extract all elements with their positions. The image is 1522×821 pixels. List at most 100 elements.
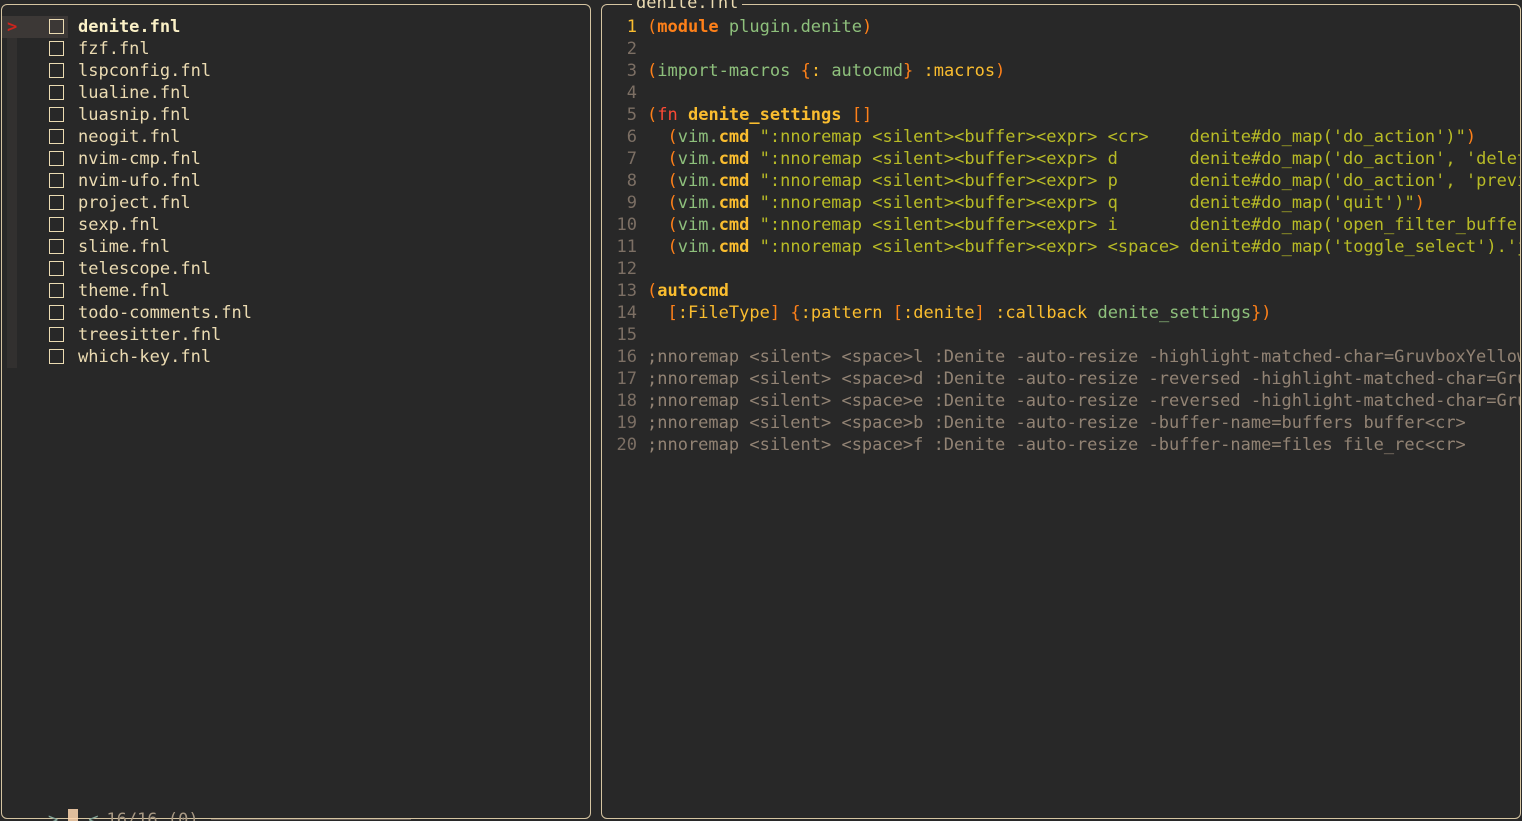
file-name: luasnip.fnl: [78, 105, 191, 125]
code-token: (: [667, 237, 678, 257]
code-token: cmd: [718, 127, 750, 147]
line-number: 5: [626, 105, 637, 125]
select-checkbox[interactable]: [49, 195, 64, 210]
file-name: treesitter.fnl: [78, 325, 222, 345]
select-checkbox[interactable]: [49, 63, 64, 78]
code-line: 6 (vim.cmd ":nnoremap <silent><buffer><e…: [602, 126, 1520, 148]
list-item[interactable]: project.fnl: [2, 192, 590, 214]
list-item[interactable]: fzf.fnl: [2, 38, 590, 60]
line-source: [:FileType] {:pattern [:denite] :callbac…: [647, 302, 1272, 324]
row-gutter: [7, 126, 17, 148]
code-token: ;nnoremap <silent> <space>f :Denite -aut…: [647, 435, 1466, 455]
code-token: ): [1414, 193, 1425, 213]
code-line: 9 (vim.cmd ":nnoremap <silent><buffer><e…: [602, 192, 1520, 214]
row-gutter: [7, 104, 17, 126]
row-gutter: [7, 346, 17, 368]
row-gutter: [7, 236, 17, 258]
code-token: vim.: [677, 193, 719, 213]
list-item[interactable]: nvim-ufo.fnl: [2, 170, 590, 192]
list-item[interactable]: which-key.fnl: [2, 346, 590, 368]
file-name: nvim-cmp.fnl: [78, 149, 201, 169]
code-token: }): [1251, 303, 1272, 323]
code-token: (: [647, 105, 658, 125]
file-name: nvim-ufo.fnl: [78, 171, 201, 191]
row-gutter: [7, 60, 17, 82]
filter-prompt[interactable]: > <16/16 (0): [7, 787, 411, 821]
list-item[interactable]: theme.fnl: [2, 280, 590, 302]
select-checkbox[interactable]: [49, 261, 64, 276]
select-checkbox[interactable]: [49, 217, 64, 232]
code-token: (: [667, 171, 678, 191]
code-line: 12: [602, 258, 1520, 280]
code-token: ;nnoremap <silent> <space>l :Denite -aut…: [647, 347, 1520, 367]
file-name: lspconfig.fnl: [78, 61, 212, 81]
code-token: ]: [769, 303, 781, 323]
list-item[interactable]: treesitter.fnl: [2, 324, 590, 346]
list-item[interactable]: lualine.fnl: [2, 82, 590, 104]
select-checkbox[interactable]: [49, 305, 64, 320]
code-token: :denite: [903, 303, 975, 323]
select-checkbox[interactable]: [49, 173, 64, 188]
line-number: 15: [616, 325, 637, 345]
code-token: autocmd: [831, 61, 903, 81]
select-checkbox[interactable]: [49, 85, 64, 100]
line-source: (vim.cmd ":nnoremap <silent><buffer><exp…: [647, 148, 1520, 170]
code-line: 15: [602, 324, 1520, 346]
line-number: 1: [626, 17, 637, 37]
code-token: vim.: [677, 171, 719, 191]
code-token: (: [647, 17, 658, 37]
code-token: plugin.denite: [728, 17, 862, 37]
select-checkbox[interactable]: [49, 129, 64, 144]
list-item[interactable]: > denite.fnl: [2, 16, 590, 38]
list-item[interactable]: sexp.fnl: [2, 214, 590, 236]
file-name: denite.fnl: [78, 17, 181, 37]
code-token: :macros: [923, 61, 996, 81]
line-number: 19: [616, 413, 637, 433]
code-token: ":nnoremap <silent><buffer><expr> p deni…: [759, 171, 1520, 191]
line-number: 20: [616, 435, 637, 455]
select-checkbox[interactable]: [49, 151, 64, 166]
list-item[interactable]: luasnip.fnl: [2, 104, 590, 126]
code-token: ): [995, 61, 1006, 81]
select-checkbox[interactable]: [49, 107, 64, 122]
code-token: ]: [974, 303, 985, 323]
code-token: (: [647, 61, 658, 81]
select-checkbox[interactable]: [49, 349, 64, 364]
line-source: (vim.cmd ":nnoremap <silent><buffer><exp…: [647, 126, 1476, 148]
select-checkbox[interactable]: [49, 19, 64, 34]
code-preview[interactable]: 1 (module plugin.denite) 2 3 (import-macros …: [602, 16, 1520, 456]
list-item[interactable]: todo-comments.fnl: [2, 302, 590, 324]
file-name: fzf.fnl: [78, 39, 150, 59]
code-token: ":nnoremap <silent><buffer><expr> <cr> d…: [759, 127, 1466, 147]
select-checkbox[interactable]: [49, 239, 64, 254]
line-source: (vim.cmd ":nnoremap <silent><buffer><exp…: [647, 170, 1520, 192]
code-token: ":nnoremap <silent><buffer><expr> <space…: [759, 237, 1520, 257]
select-checkbox[interactable]: [49, 41, 64, 56]
code-token: :callback: [995, 303, 1088, 323]
code-token: ":nnoremap <silent><buffer><expr> d deni…: [759, 149, 1520, 169]
code-token: ;nnoremap <silent> <space>b :Denite -aut…: [647, 413, 1466, 433]
line-number: 14: [616, 303, 637, 323]
list-item[interactable]: lspconfig.fnl: [2, 60, 590, 82]
code-token: denite_settings: [687, 105, 842, 125]
list-item[interactable]: nvim-cmp.fnl: [2, 148, 590, 170]
list-item[interactable]: neogit.fnl: [2, 126, 590, 148]
code-line: 1 (module plugin.denite): [602, 16, 1520, 38]
list-item[interactable]: slime.fnl: [2, 236, 590, 258]
code-line: 13 (autocmd: [602, 280, 1520, 302]
line-number: 2: [626, 39, 637, 59]
row-gutter: [7, 302, 17, 324]
line-number: 7: [626, 149, 637, 169]
code-token: ":nnoremap <silent><buffer><expr> i deni…: [759, 215, 1520, 235]
list-item[interactable]: telescope.fnl: [2, 258, 590, 280]
select-checkbox[interactable]: [49, 327, 64, 342]
select-checkbox[interactable]: [49, 283, 64, 298]
